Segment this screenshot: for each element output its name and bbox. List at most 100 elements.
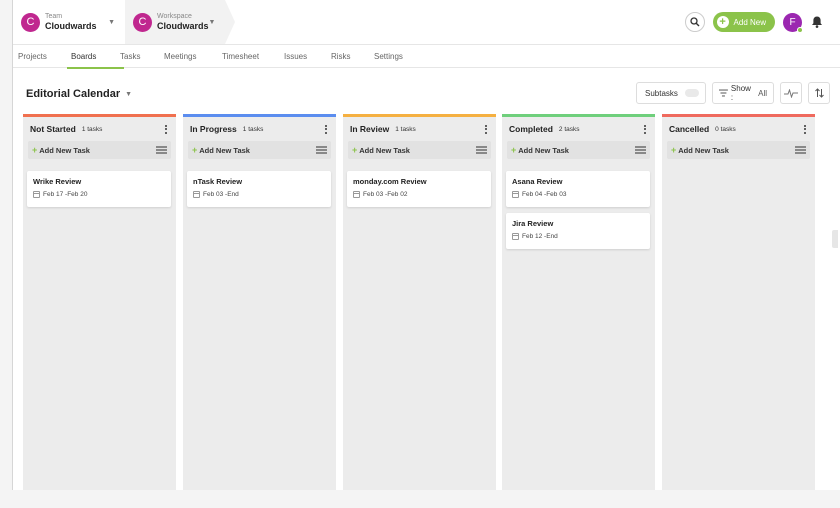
workspace-label: Workspace xyxy=(157,13,192,20)
task-card[interactable]: Jira Review Feb 12 -End xyxy=(506,213,650,249)
user-avatar[interactable]: F xyxy=(783,12,803,33)
list-icon[interactable] xyxy=(316,146,327,154)
board-title-dropdown[interactable]: Editorial Calendar ▼ xyxy=(26,88,132,100)
calendar-icon xyxy=(353,191,360,198)
add-new-button[interactable]: + Add New xyxy=(712,12,775,32)
column-in-progress: In Progress 1 tasks + Add New Task nTask… xyxy=(183,114,336,490)
sort-icon xyxy=(814,88,824,98)
list-icon[interactable] xyxy=(476,146,487,154)
more-options-icon[interactable] xyxy=(483,124,489,134)
subtasks-label: Subtasks xyxy=(645,88,678,98)
task-card[interactable]: Asana Review Feb 04 -Feb 03 xyxy=(506,171,650,207)
tab-meetings[interactable]: Meetings xyxy=(164,45,222,68)
column-cancelled: Cancelled 0 tasks + Add New Task xyxy=(662,114,815,490)
column-count: 1 tasks xyxy=(242,125,264,133)
calendar-icon xyxy=(193,191,200,198)
task-date: Feb 12 -End xyxy=(522,233,558,240)
team-avatar: C xyxy=(21,12,40,32)
calendar-icon xyxy=(33,191,40,198)
add-new-task-button[interactable]: + Add New Task xyxy=(348,141,491,159)
list-icon[interactable] xyxy=(795,146,806,154)
team-name: Cloudwards xyxy=(45,21,97,31)
task-date: Feb 03 -End xyxy=(203,191,239,198)
task-date: Feb 03 -Feb 02 xyxy=(363,191,408,198)
add-new-task-button[interactable]: + Add New Task xyxy=(507,141,650,159)
add-new-task-button[interactable]: + Add New Task xyxy=(188,141,331,159)
plus-icon: + xyxy=(511,145,517,155)
board-title: Editorial Calendar xyxy=(26,88,121,100)
list-icon[interactable] xyxy=(635,146,646,154)
plus-icon: + xyxy=(352,145,358,155)
column-completed: Completed 2 tasks + Add New Task Asana R… xyxy=(502,114,655,490)
task-card[interactable]: Wrike Review Feb 17 -Feb 20 xyxy=(27,171,171,207)
activity-button[interactable] xyxy=(780,82,802,104)
scroll-handle[interactable] xyxy=(832,230,838,248)
chevron-down-icon: ▼ xyxy=(125,90,133,98)
column-count: 1 tasks xyxy=(81,125,103,133)
team-label: Team xyxy=(45,13,63,20)
workspace-selector[interactable]: C Workspace Cloudwards ▼ xyxy=(125,0,235,44)
workspace-avatar: C xyxy=(133,12,152,32)
column-title: Cancelled xyxy=(669,124,710,134)
column-count: 2 tasks xyxy=(558,125,580,133)
activity-icon xyxy=(784,88,798,98)
column-title: Not Started xyxy=(30,124,76,134)
chevron-down-icon: ▼ xyxy=(208,18,216,26)
chevron-down-icon: ▼ xyxy=(108,18,115,26)
kanban-board: Not Started 1 tasks + Add New Task Wrike… xyxy=(23,114,838,490)
calendar-icon xyxy=(512,233,519,240)
online-status-dot xyxy=(797,26,803,33)
plus-icon: + xyxy=(671,145,677,155)
search-button[interactable] xyxy=(684,12,705,32)
task-card[interactable]: monday.com Review Feb 03 -Feb 02 xyxy=(347,171,491,207)
plus-icon: + xyxy=(716,16,729,28)
nav-tabs: Projects Boards Tasks Meetings Timesheet… xyxy=(13,44,840,69)
workspace-name: Cloudwards xyxy=(157,21,209,31)
column-count: 0 tasks xyxy=(715,125,736,133)
filter-icon xyxy=(719,89,728,97)
add-new-task-button[interactable]: + Add New Task xyxy=(28,141,171,159)
plus-icon: + xyxy=(32,145,38,155)
calendar-icon xyxy=(512,191,519,198)
tab-timesheet[interactable]: Timesheet xyxy=(222,45,284,68)
task-title: monday.com Review xyxy=(353,177,427,186)
show-label: Show : xyxy=(730,84,751,102)
more-options-icon[interactable] xyxy=(642,124,648,134)
show-filter-button[interactable]: Show : All xyxy=(712,82,774,104)
add-new-label: Add New xyxy=(733,17,766,27)
list-icon[interactable] xyxy=(156,146,167,154)
task-title: Wrike Review xyxy=(33,177,82,186)
show-value: All xyxy=(758,88,767,98)
tab-risks[interactable]: Risks xyxy=(331,45,374,68)
column-in-review: In Review 1 tasks + Add New Task monday.… xyxy=(343,114,496,490)
subtasks-toggle[interactable]: Subtasks xyxy=(636,82,706,104)
task-card[interactable]: nTask Review Feb 03 -End xyxy=(187,171,331,207)
team-selector[interactable]: C Team Cloudwards ▼ xyxy=(13,0,125,44)
column-title: In Progress xyxy=(190,124,237,134)
tab-projects[interactable]: Projects xyxy=(18,45,71,68)
task-title: nTask Review xyxy=(193,177,243,186)
app-window: C Team Cloudwards ▼ C Workspace Cloudwar… xyxy=(12,0,840,490)
column-count: 1 tasks xyxy=(395,125,416,133)
more-options-icon[interactable] xyxy=(163,124,169,134)
task-date: Feb 04 -Feb 03 xyxy=(522,191,567,198)
board-header: Editorial Calendar ▼ Subtasks Show : All xyxy=(13,68,840,114)
bell-icon[interactable] xyxy=(810,15,824,29)
more-options-icon[interactable] xyxy=(802,124,808,134)
add-new-task-button[interactable]: + Add New Task xyxy=(667,141,810,159)
plus-icon: + xyxy=(192,145,198,155)
column-title: In Review xyxy=(350,124,390,134)
toggle-switch[interactable] xyxy=(685,89,699,97)
sort-button[interactable] xyxy=(808,82,830,104)
task-title: Asana Review xyxy=(512,177,563,186)
top-bar: C Team Cloudwards ▼ C Workspace Cloudwar… xyxy=(13,0,840,44)
tab-settings[interactable]: Settings xyxy=(374,45,424,68)
more-options-icon[interactable] xyxy=(323,124,329,134)
tab-boards[interactable]: Boards xyxy=(67,45,124,69)
search-icon xyxy=(689,17,700,27)
tab-tasks[interactable]: Tasks xyxy=(120,45,164,68)
column-not-started: Not Started 1 tasks + Add New Task Wrike… xyxy=(23,114,176,490)
column-title: Completed xyxy=(509,124,553,134)
task-date: Feb 17 -Feb 20 xyxy=(43,191,88,198)
tab-issues[interactable]: Issues xyxy=(284,45,331,68)
